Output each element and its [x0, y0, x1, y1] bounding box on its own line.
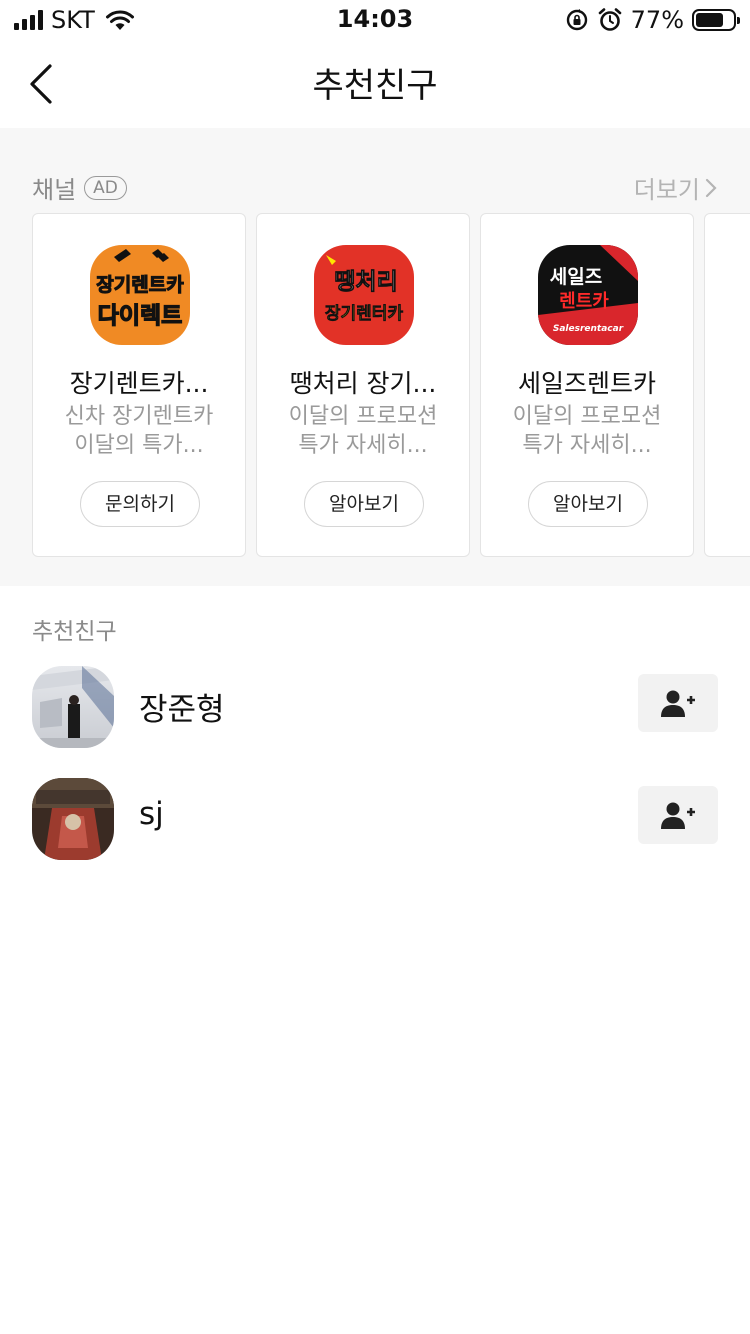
- ad-badge: AD: [84, 175, 127, 200]
- logo-text-3: Salesrentacar: [553, 324, 624, 334]
- channel-section: 채널 AD 더보기 장기렌트카 다이렉트 장기렌트카... 신차 장기렌트카 이…: [0, 128, 750, 586]
- card-desc-line: 이달의 프로모션: [288, 404, 438, 429]
- channel-logo: 땡처리 장기렌터카: [314, 245, 414, 345]
- card-name: 땡처리 장기...: [289, 369, 437, 398]
- card-desc-line: 편: [705, 431, 750, 460]
- card-desc-line: 특가 자세히...: [298, 433, 428, 458]
- channel-card[interactable]: 세일즈 렌트카 Salesrentacar 세일즈렌트카 이달의 프로모션 특가…: [480, 213, 694, 557]
- learn-more-button[interactable]: 알아보기: [304, 481, 424, 527]
- card-desc: 신차 장기렌트카 이달의 특가...: [33, 402, 245, 460]
- card-desc-line: 특가 자세히...: [522, 433, 652, 458]
- logo-text-2: 다이렉트: [98, 303, 183, 329]
- add-friend-icon: [661, 690, 695, 717]
- rotation-lock-icon: [566, 9, 587, 31]
- avatar: [32, 778, 114, 860]
- channel-label-group: 채널 AD: [32, 170, 127, 205]
- add-friend-button[interactable]: [638, 674, 718, 732]
- friend-name: sj: [139, 796, 164, 832]
- channel-card[interactable]: 땡처리 장기렌터카 땡처리 장기... 이달의 프로모션 특가 자세히... 알…: [256, 213, 470, 557]
- channel-logo: 장기렌트카 다이렉트: [90, 245, 190, 345]
- chevron-right-icon: [705, 178, 717, 197]
- logo-text-1: 세일즈: [550, 266, 602, 288]
- battery-icon: [692, 9, 740, 31]
- friend-row[interactable]: sj: [0, 764, 750, 876]
- friend-row[interactable]: 장준형: [0, 652, 750, 764]
- channel-label: 채널: [32, 176, 77, 204]
- nav-bar: 추천친구: [0, 40, 750, 128]
- friends-section-title: 추천친구: [32, 619, 117, 645]
- inquire-button[interactable]: 문의하기: [80, 481, 200, 527]
- add-friend-button[interactable]: [638, 786, 718, 844]
- channel-cards: 장기렌트카 다이렉트 장기렌트카... 신차 장기렌트카 이달의 특가... 문…: [32, 213, 750, 557]
- avatar: [32, 666, 114, 748]
- channel-logo: 세일즈 렌트카 Salesrentacar: [538, 245, 638, 345]
- friend-name: 장준형: [139, 692, 225, 728]
- status-bar: SKT 14:03 77%: [0, 0, 750, 40]
- alarm-icon: [598, 8, 621, 31]
- more-link[interactable]: 더보기: [634, 170, 718, 205]
- card-desc: 이달의 프로모션 특가 자세히...: [257, 402, 469, 460]
- learn-more-button[interactable]: 알아보기: [528, 481, 648, 527]
- logo-text-2: 렌트카: [559, 291, 609, 312]
- page-title: 추천친구: [312, 66, 438, 106]
- logo-text-2: 장기렌터카: [325, 304, 404, 324]
- card-name: 세일즈렌트카: [517, 369, 656, 398]
- card-desc-line: 이달의 프로모션: [512, 404, 662, 429]
- channel-card[interactable]: 파 피 편: [704, 213, 750, 557]
- card-name: 장기렌트카...: [69, 369, 209, 398]
- card-desc-line: 피: [705, 402, 750, 431]
- card-desc-line: 이달의 특가...: [74, 433, 204, 458]
- logo-text-1: 땡처리: [334, 269, 397, 295]
- card-desc: 이달의 프로모션 특가 자세히...: [481, 402, 693, 460]
- status-right: 77%: [565, 6, 740, 34]
- logo-text-1: 장기렌트카: [96, 274, 184, 296]
- channel-card[interactable]: 장기렌트카 다이렉트 장기렌트카... 신차 장기렌트카 이달의 특가... 문…: [32, 213, 246, 557]
- add-friend-icon: [661, 802, 695, 829]
- card-name: 파: [705, 364, 750, 400]
- battery-percent: 77%: [630, 6, 684, 34]
- more-label: 더보기: [633, 176, 700, 204]
- card-desc: 피 편: [705, 402, 750, 460]
- card-desc-line: 신차 장기렌트카: [64, 404, 214, 429]
